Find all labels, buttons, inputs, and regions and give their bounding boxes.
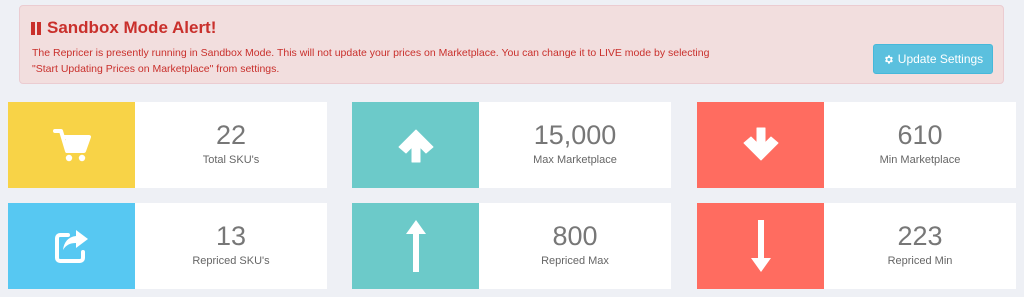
stat-card-max-marketplace: 15,000 Max Marketplace — [352, 102, 671, 188]
stat-card-total-skus: 22 Total SKU's — [8, 102, 327, 188]
stat-label: Min Marketplace — [879, 154, 961, 166]
alert-title: Sandbox Mode Alert! — [31, 18, 216, 38]
stat-label: Max Marketplace — [533, 154, 617, 166]
alert-title-text: Sandbox Mode Alert! — [47, 18, 217, 37]
stat-label: Total SKU's — [202, 154, 260, 166]
stat-value: 22 — [215, 120, 247, 150]
stat-value: 13 — [215, 221, 247, 251]
update-settings-label: Update Settings — [897, 52, 984, 66]
stat-label: Repriced Min — [887, 255, 953, 267]
long-arrow-down-icon — [750, 220, 771, 272]
stat-label: Repriced Max — [541, 255, 609, 267]
card-icon-box — [352, 102, 479, 188]
alert-message: The Repricer is presently running in San… — [32, 45, 832, 77]
update-settings-button[interactable]: Update Settings — [873, 44, 993, 74]
stat-value: 610 — [897, 120, 943, 150]
stat-card-repriced-min: 223 Repriced Min — [697, 203, 1016, 289]
card-icon-box — [697, 102, 824, 188]
pause-icon — [31, 21, 41, 35]
stat-label: Repriced SKU's — [192, 255, 270, 267]
share-square-icon — [54, 230, 88, 263]
arrow-down-circle-icon — [743, 127, 778, 161]
arrow-up-circle-icon — [398, 129, 433, 163]
sandbox-mode-alert: Sandbox Mode Alert! The Repricer is pres… — [19, 5, 1004, 84]
gear-icon — [884, 54, 893, 64]
card-icon-box — [352, 203, 479, 289]
stat-card-repriced-skus: 13 Repriced SKU's — [8, 203, 327, 289]
card-icon-box — [8, 102, 135, 188]
alert-message-line-2: "Start Updating Prices on Marketplace" f… — [32, 63, 280, 75]
long-arrow-up-icon — [405, 220, 426, 272]
alert-message-line-1: The Repricer is presently running in San… — [32, 47, 710, 59]
card-icon-box — [8, 203, 135, 289]
stat-card-repriced-max: 800 Repriced Max — [352, 203, 671, 289]
shopping-cart-icon — [52, 129, 91, 162]
card-icon-box — [697, 203, 824, 289]
stat-value: 800 — [552, 221, 598, 251]
stat-value: 223 — [897, 221, 943, 251]
stat-value: 15,000 — [533, 120, 617, 150]
stat-card-min-marketplace: 610 Min Marketplace — [697, 102, 1016, 188]
